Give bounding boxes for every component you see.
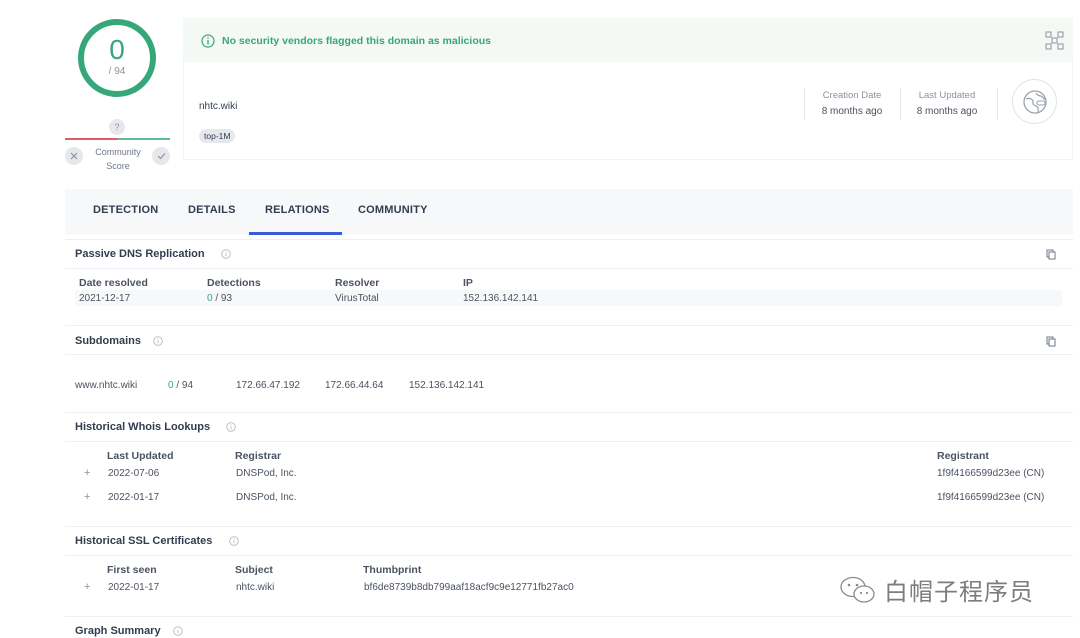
col-ip: IP <box>463 277 473 289</box>
col-registrar: Registrar <box>235 450 282 462</box>
community-score-label: Community Score <box>95 147 141 171</box>
detections-total: / 94 <box>176 380 194 391</box>
subdomains-header <box>65 325 1073 355</box>
resolution-date: 2021-12-17 <box>79 293 131 304</box>
tag-chip[interactable]: top-1M <box>199 129 236 143</box>
section-divider <box>65 616 1073 617</box>
whois-header <box>65 412 1073 442</box>
ssl-first-seen: 2022-01-17 <box>108 582 160 593</box>
whois-registrant: 1f9f4166599d23ee (CN) <box>937 492 1045 503</box>
resolution-detections: 0 / 93 <box>207 293 232 304</box>
detection-score: 0 <box>109 34 125 65</box>
whois-title: Historical Whois Lookups <box>75 421 211 433</box>
vote-harmless-button[interactable] <box>152 147 170 165</box>
whois-registrar: DNSPod, Inc. <box>236 468 297 479</box>
detections-positive: 0 <box>168 380 174 391</box>
qr-scan-icon[interactable] <box>1045 31 1064 50</box>
subdomain-ip-link[interactable]: 172.66.44.64 <box>325 380 383 391</box>
detection-total: / 94 <box>108 66 126 77</box>
col-thumbprint: Thumbprint <box>363 564 422 576</box>
ssl-title: Historical SSL Certificates <box>75 535 213 547</box>
meta-divider <box>804 88 805 120</box>
close-icon <box>70 152 78 160</box>
verdict-text: No security vendors flagged this domain … <box>222 35 491 47</box>
info-icon[interactable] <box>229 536 239 546</box>
wechat-icon <box>838 575 878 605</box>
col-first-seen: First seen <box>107 564 157 576</box>
subdomain-detections: 0 / 94 <box>168 380 193 391</box>
subdomain-ip-link[interactable]: 172.66.47.192 <box>236 380 300 391</box>
col-detections: Detections <box>207 277 261 289</box>
col-resolver: Resolver <box>335 277 380 289</box>
community-score-bar <box>65 138 170 140</box>
info-icon[interactable] <box>221 249 231 259</box>
passive-dns-header <box>65 239 1073 269</box>
info-icon[interactable] <box>226 422 236 432</box>
expand-row-button[interactable]: + <box>84 467 90 479</box>
vote-malicious-button[interactable] <box>65 147 83 165</box>
expand-row-button[interactable]: + <box>84 491 90 503</box>
domain-type-badge <box>1012 79 1057 124</box>
col-registrant: Registrant <box>937 450 989 462</box>
resolution-ip-link[interactable]: 152.136.142.141 <box>463 293 538 304</box>
watermark: 白帽子程序员 <box>838 572 1034 607</box>
expand-row-button[interactable]: + <box>84 581 90 593</box>
meta-divider <box>900 88 901 120</box>
copy-icon[interactable] <box>1046 249 1056 260</box>
globe-link-icon <box>1020 87 1050 117</box>
last-updated-value: 8 months ago <box>916 106 978 117</box>
info-circle-icon <box>201 34 215 48</box>
resolution-resolver: VirusTotal <box>335 293 379 304</box>
info-icon[interactable] <box>153 336 163 346</box>
graph-summary-title: Graph Summary <box>75 625 161 637</box>
subdomain-ip-link[interactable]: 152.136.142.141 <box>409 380 484 391</box>
watermark-text: 白帽子程序员 <box>884 578 1034 606</box>
subdomain-link[interactable]: www.nhtc.wiki <box>75 380 137 391</box>
ssl-thumbprint-link[interactable]: bf6de8739b8db799aaf18acf9c9e12771fb27ac0 <box>364 582 574 593</box>
creation-date-value: 8 months ago <box>821 106 883 117</box>
domain-name: nhtc.wiki <box>199 101 238 112</box>
tab-community[interactable]: COMMUNITY <box>358 204 428 216</box>
whois-registrant: 1f9f4166599d23ee (CN) <box>937 468 1045 479</box>
col-date-resolved: Date resolved <box>79 277 148 289</box>
info-icon[interactable] <box>173 626 183 636</box>
last-updated-label: Last Updated <box>918 90 976 101</box>
community-score-value: ? <box>109 119 125 135</box>
whois-updated: 2022-07-06 <box>108 468 160 479</box>
check-icon <box>157 152 166 160</box>
passive-dns-title: Passive DNS Replication <box>75 248 205 260</box>
detections-positive: 0 <box>207 293 213 304</box>
copy-icon[interactable] <box>1046 336 1056 347</box>
ssl-header <box>65 526 1073 556</box>
whois-updated: 2022-01-17 <box>108 492 160 503</box>
subdomains-title: Subdomains <box>75 335 142 347</box>
active-tab-indicator <box>249 232 342 235</box>
col-subject: Subject <box>235 564 273 576</box>
col-last-updated: Last Updated <box>107 450 174 462</box>
tab-details[interactable]: DETAILS <box>188 204 236 216</box>
ssl-subject: nhtc.wiki <box>236 582 275 593</box>
tab-relations[interactable]: RELATIONS <box>265 204 330 216</box>
creation-date-label: Creation Date <box>822 90 882 101</box>
whois-registrar: DNSPod, Inc. <box>236 492 297 503</box>
tab-detection[interactable]: DETECTION <box>93 204 158 216</box>
detections-total: / 93 <box>215 293 233 304</box>
meta-divider <box>997 88 998 120</box>
